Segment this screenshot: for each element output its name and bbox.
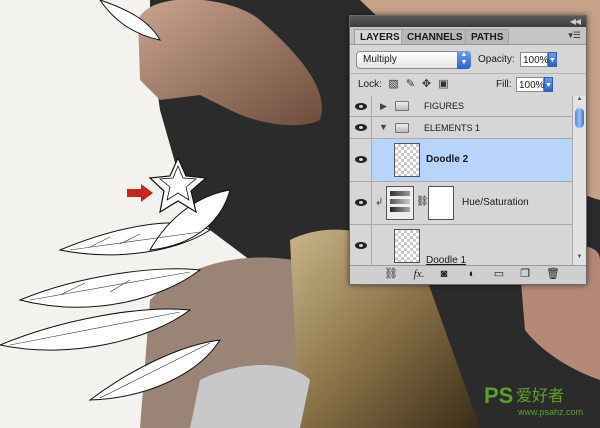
lock-image-icon[interactable]: ✎ [405, 79, 416, 90]
slider-bar [390, 191, 410, 196]
lock-fill-row: Lock: ▧ ✎ ✥ ▣ Fill: 100% ▼ [350, 73, 586, 97]
tab-paths[interactable]: PATHS [465, 29, 510, 44]
panel-bottom-toolbar: ⛓ fx. ◙ ◐ ▭ ❐ 🗑 [350, 265, 586, 284]
layer-row-doodle-2[interactable]: Doodle 2 [350, 139, 572, 182]
layer-name: ELEMENTS 1 [424, 123, 481, 133]
eye-icon [355, 124, 367, 131]
layer-thumbnail [394, 143, 420, 177]
tab-label: LAYERS [360, 32, 400, 43]
tab-layers[interactable]: LAYERS [354, 29, 406, 44]
svg-text:PS: PS [484, 383, 513, 408]
eye-icon [355, 103, 367, 110]
opacity-dropdown-arrow[interactable]: ▼ [548, 52, 557, 67]
mask-link-icon[interactable]: ⛓ [416, 196, 429, 207]
slider-bar [390, 199, 410, 204]
updown-arrows-icon: ▲ ▼ [457, 51, 471, 69]
layer-name: Doodle 2 [426, 154, 469, 165]
layers-list: ▶ FIGURES ▼ ELEMENTS 1 Doodle 2 ↲ ⛓ Hue/… [350, 96, 572, 266]
adjustment-thumbnail [386, 186, 414, 220]
panel-titlebar[interactable]: ◀◀ [350, 16, 586, 27]
visibility-toggle[interactable] [350, 182, 372, 224]
layer-name: FIGURES [424, 101, 465, 111]
svg-text:爱好者: 爱好者 [516, 386, 564, 405]
new-group-icon[interactable]: ▭ [492, 268, 506, 281]
collapse-triangle-icon[interactable]: ▼ [379, 122, 388, 132]
trash-icon[interactable]: 🗑 [546, 268, 560, 281]
fill-dropdown-arrow[interactable]: ▼ [544, 77, 553, 92]
layer-row-doodle-1[interactable]: Doodle 1 [350, 225, 572, 266]
layer-thumbnail [394, 229, 420, 263]
tab-channels[interactable]: CHANNELS [401, 29, 469, 44]
clipping-arrow-icon: ↲ [375, 197, 384, 208]
fx-icon[interactable]: fx. [410, 268, 428, 281]
visibility-toggle[interactable] [350, 225, 372, 266]
eye-icon [355, 156, 367, 163]
mask-thumbnail[interactable] [428, 186, 454, 220]
layer-row-figures[interactable]: ▶ FIGURES [350, 96, 572, 117]
visibility-toggle[interactable] [350, 117, 372, 138]
blend-mode-select[interactable]: Multiply ▲ ▼ [356, 51, 471, 69]
blend-mode-value: Multiply [363, 54, 397, 65]
lock-label: Lock: [358, 79, 382, 90]
layers-panel: ◀◀ LAYERS CHANNELS PATHS ▾☰ Multiply ▲ ▼ … [349, 15, 587, 285]
layer-row-elements-1[interactable]: ▼ ELEMENTS 1 [350, 117, 572, 139]
panel-tabs: LAYERS CHANNELS PATHS ▾☰ [350, 27, 586, 45]
watermark-logo: PS 爱好者 www.psahz.com [482, 379, 594, 421]
lock-position-icon[interactable]: ✥ [421, 79, 432, 90]
fill-label: Fill: [496, 79, 512, 90]
svg-text:www.psahz.com: www.psahz.com [517, 407, 583, 417]
link-layers-icon[interactable]: ⛓ [384, 268, 398, 281]
lock-all-icon[interactable]: ▣ [438, 79, 449, 90]
visibility-toggle[interactable] [350, 139, 372, 181]
panel-menu-icon[interactable]: ▾☰ [568, 30, 581, 41]
eye-icon [355, 242, 367, 249]
new-layer-icon[interactable]: ❐ [518, 268, 532, 281]
layers-scrollbar[interactable]: ▲ ▼ [572, 96, 586, 266]
visibility-toggle[interactable] [350, 96, 372, 116]
red-arrow-marker [127, 184, 153, 202]
collapse-icon[interactable]: ◀◀ [570, 16, 581, 27]
opacity-label: Opacity: [478, 54, 515, 65]
scroll-down-arrow-icon[interactable]: ▼ [573, 254, 586, 264]
layer-row-hue-saturation[interactable]: ↲ ⛓ Hue/Saturation [350, 182, 572, 225]
expand-triangle-icon[interactable]: ▶ [380, 101, 387, 112]
folder-icon [395, 123, 409, 133]
folder-icon [395, 101, 409, 111]
add-mask-icon[interactable]: ◙ [437, 268, 451, 281]
tab-label: PATHS [471, 32, 504, 43]
eye-icon [355, 199, 367, 206]
scroll-up-arrow-icon[interactable]: ▲ [573, 96, 586, 106]
tab-label: CHANNELS [407, 32, 463, 43]
layer-name: Hue/Saturation [462, 197, 529, 208]
slider-bar [390, 207, 410, 212]
fill-input[interactable]: 100% [516, 77, 545, 92]
opacity-input[interactable]: 100% [520, 52, 549, 67]
lock-transparent-icon[interactable]: ▧ [388, 79, 399, 90]
blend-opacity-row: Multiply ▲ ▼ Opacity: 100% ▼ [356, 50, 580, 70]
adjustment-layer-icon[interactable]: ◐ [465, 268, 479, 281]
scroll-thumb[interactable] [575, 108, 584, 128]
